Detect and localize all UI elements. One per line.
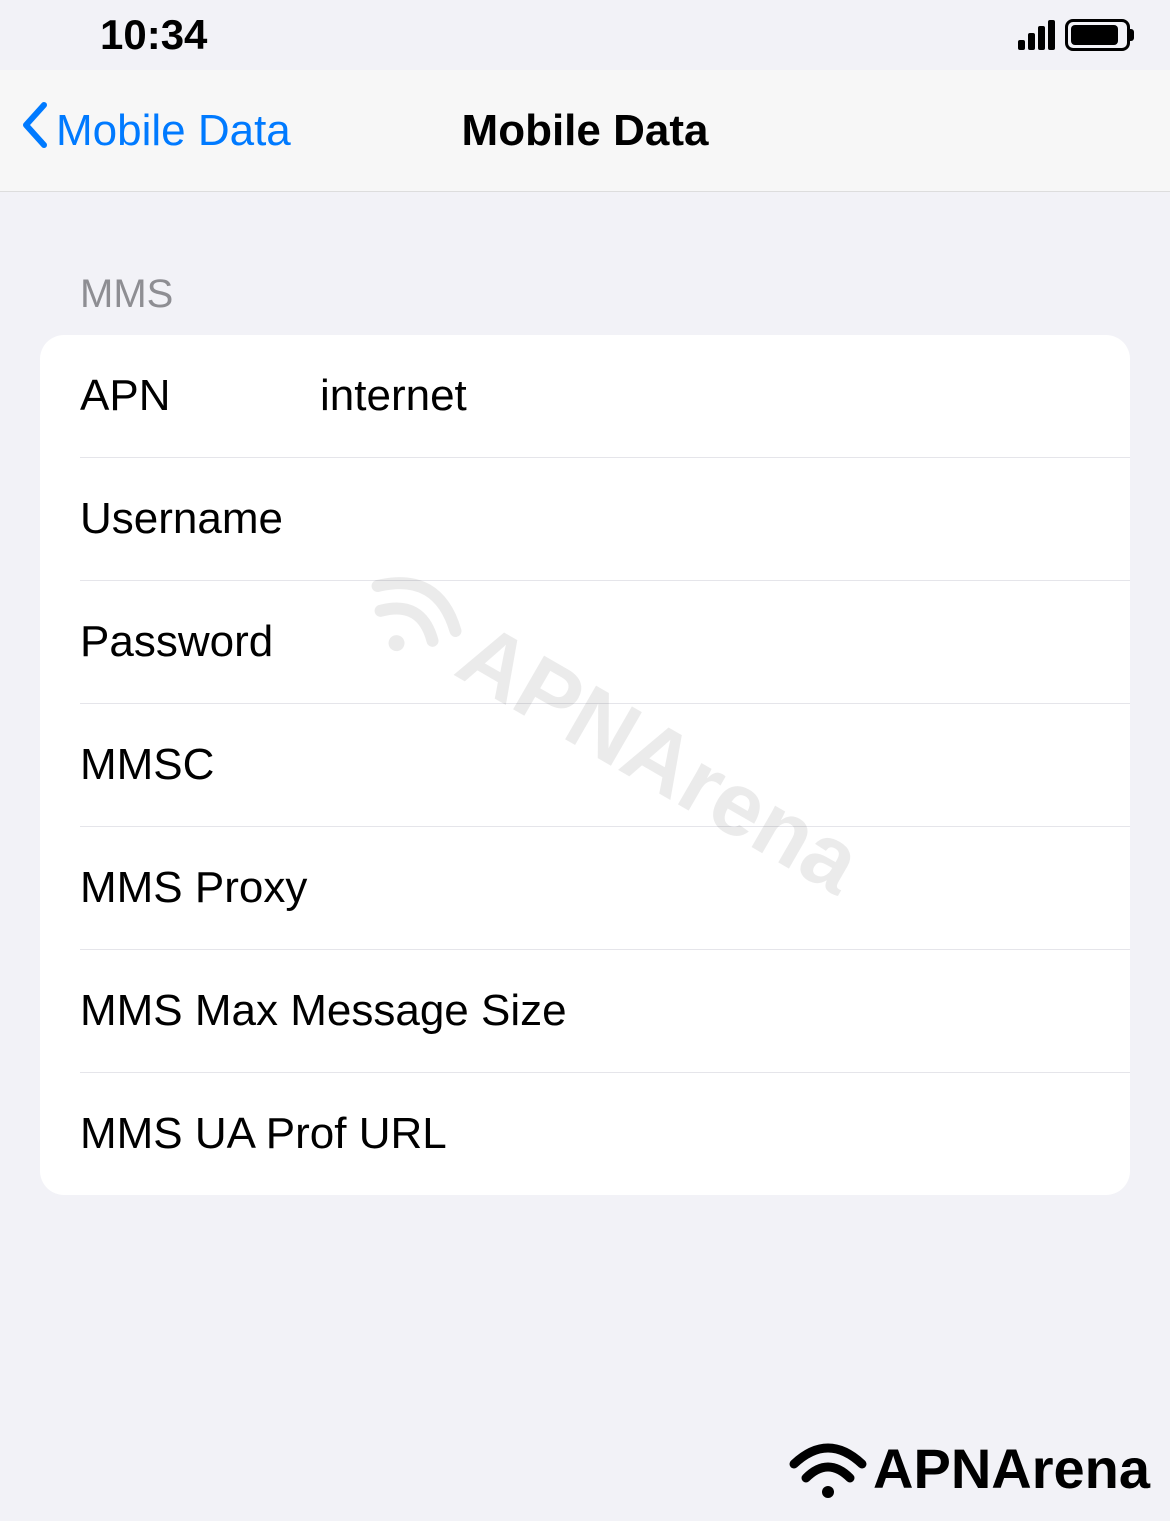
mms-proxy-label: MMS Proxy (80, 827, 320, 949)
mms-proxy-row[interactable]: MMS Proxy (40, 827, 1130, 950)
watermark-logo: APNArena (788, 1436, 1150, 1501)
mmsc-label: MMSC (80, 704, 320, 826)
password-label: Password (80, 581, 320, 703)
username-label: Username (80, 458, 320, 580)
page-title: Mobile Data (462, 106, 709, 156)
mmsc-row[interactable]: MMSC (40, 704, 1130, 827)
mms-ua-prof-row[interactable]: MMS UA Prof URL (40, 1073, 1130, 1195)
navigation-bar: Mobile Data Mobile Data (0, 70, 1170, 192)
apn-label: APN (80, 335, 320, 457)
status-bar: 10:34 (0, 0, 1170, 70)
apn-row[interactable]: APN internet (40, 335, 1130, 458)
back-label: Mobile Data (56, 106, 291, 156)
username-row[interactable]: Username (40, 458, 1130, 581)
wifi-icon (788, 1438, 868, 1500)
mms-max-size-label: MMS Max Message Size (80, 950, 567, 1072)
mms-max-size-row[interactable]: MMS Max Message Size (40, 950, 1130, 1073)
cellular-signal-icon (1018, 20, 1055, 50)
watermark-text: APNArena (873, 1436, 1150, 1501)
chevron-back-icon (20, 100, 48, 162)
status-time: 10:34 (100, 11, 207, 59)
settings-group-mms: APN internet Username Password MMSC M (40, 335, 1130, 1195)
battery-icon (1065, 19, 1130, 51)
status-indicators (1018, 19, 1130, 51)
content-area: MMS APN internet Username Password MMSC (0, 192, 1170, 1195)
section-header-mms: MMS (40, 272, 1130, 335)
mms-ua-prof-label: MMS UA Prof URL (80, 1073, 447, 1195)
back-button[interactable]: Mobile Data (0, 100, 291, 162)
password-row[interactable]: Password (40, 581, 1130, 704)
apn-value[interactable]: internet (320, 371, 1090, 421)
